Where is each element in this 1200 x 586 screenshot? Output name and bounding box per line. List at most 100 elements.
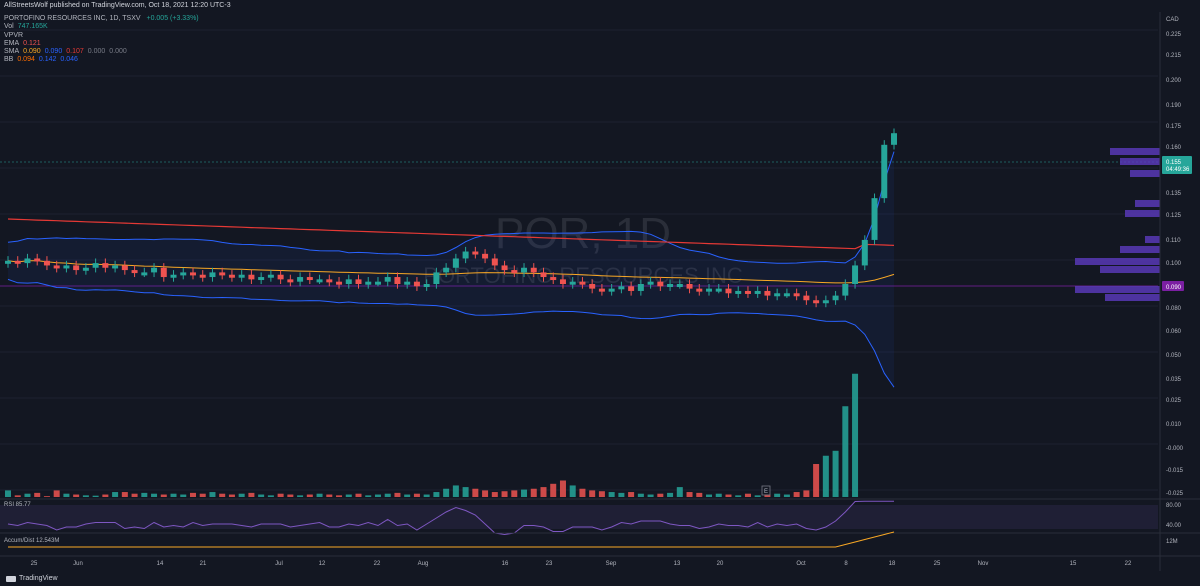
candle — [112, 265, 119, 269]
price-tick: 0.025 — [1166, 398, 1182, 404]
candle — [891, 133, 897, 145]
price-tick: 0.110 — [1166, 238, 1181, 244]
sma-value-2: 0.090 — [44, 48, 63, 56]
bb-value-3: 0.046 — [60, 56, 78, 64]
candle — [559, 279, 566, 284]
vol-value: 747.165K — [17, 23, 48, 31]
candle — [151, 267, 158, 273]
legend-vpvr[interactable]: VPVR — [4, 32, 199, 40]
candle — [715, 288, 722, 292]
volume-bar — [618, 492, 625, 497]
bb-label: BB — [4, 56, 14, 64]
publish-text: AllStreetsWolf published on TradingView.… — [4, 2, 231, 9]
candle — [131, 270, 138, 274]
price-tick: -0.000 — [1166, 446, 1184, 452]
candle — [160, 267, 167, 278]
candle — [189, 272, 196, 276]
rsi-tick: 80.00 — [1166, 503, 1182, 509]
candle — [228, 274, 235, 278]
price-tick: 0.225 — [1166, 32, 1182, 38]
candle — [462, 251, 469, 259]
volume-bar — [297, 495, 304, 497]
volume-bar — [258, 494, 265, 497]
earnings-label: E — [764, 489, 768, 495]
volume-bar — [793, 492, 800, 497]
volume-bar — [131, 493, 138, 497]
volume-bar — [667, 492, 674, 497]
level-value: 0.090 — [1166, 285, 1182, 291]
ad-tick: 12M — [1166, 539, 1178, 545]
volume-bar — [189, 492, 196, 497]
time-tick: 21 — [200, 561, 207, 567]
volume-bar — [73, 494, 80, 497]
volume-bar — [336, 495, 343, 497]
volume-bar — [803, 490, 810, 497]
candle — [82, 267, 89, 271]
candle — [53, 265, 60, 269]
volume-bar — [102, 494, 109, 497]
candle — [521, 267, 528, 273]
accum-dist-pane: Accum/Dist 12.543M 12M — [0, 531, 1200, 548]
legend-title-row[interactable]: PORTOFINO RESOURCES INC, 1D, TSXV +0.005… — [4, 15, 199, 23]
candle — [34, 258, 41, 262]
volume-bar — [491, 492, 498, 497]
sma-value-3: 0.107 — [66, 48, 84, 56]
vpvr-profile — [1075, 148, 1160, 301]
sma-label: SMA — [4, 48, 20, 56]
volume-bar — [277, 493, 284, 497]
candle — [540, 272, 547, 278]
vpvr-bar — [1075, 258, 1160, 265]
time-tick: 23 — [546, 561, 553, 567]
candle — [764, 290, 771, 296]
time-tick: 15 — [1070, 561, 1077, 567]
chart-canvas[interactable]: POR, 1D PORTOFINO RESOURCES INC E RSI 85… — [0, 0, 1200, 586]
volume-bar — [482, 490, 489, 497]
vpvr-bar — [1120, 246, 1160, 253]
candle — [628, 286, 635, 291]
candle — [608, 288, 615, 292]
volume-bar — [141, 492, 148, 497]
time-tick: Nov — [978, 561, 989, 567]
candle — [258, 277, 265, 281]
candle — [102, 263, 109, 268]
volume-bar — [24, 493, 31, 497]
candle — [43, 260, 50, 266]
volume-bar — [180, 494, 187, 497]
legend-sma[interactable]: SMA 0.090 0.090 0.107 0.000 0.000 — [4, 48, 199, 56]
volume-bar — [676, 487, 683, 497]
time-axis: 25 Jun 14 21 Jul 12 22 Aug 16 23 Sep 13 20 Oct 8 18 25 No… — [0, 555, 1200, 567]
tradingview-logo[interactable]: TradingView — [6, 571, 58, 586]
candle — [696, 288, 703, 292]
vpvr-bar — [1105, 294, 1160, 301]
candle — [637, 284, 644, 291]
legend-bb[interactable]: BB 0.094 0.142 0.046 — [4, 56, 199, 64]
legend-ema[interactable]: EMA 0.121 — [4, 40, 199, 48]
candle — [754, 290, 761, 294]
candle — [822, 300, 829, 304]
volume-bar — [34, 492, 41, 497]
candle — [326, 279, 333, 283]
volume-bar — [657, 493, 664, 497]
volume-bar — [248, 492, 255, 497]
candle — [725, 288, 732, 294]
price-tick: -0.015 — [1166, 468, 1184, 474]
candle — [5, 260, 11, 264]
candle — [881, 144, 888, 199]
volume-bar — [637, 493, 644, 497]
volume-bar — [715, 493, 722, 497]
volume-bar — [832, 450, 839, 497]
price-tick: 0.125 — [1166, 213, 1182, 219]
volume-bar — [267, 495, 274, 497]
legend-vol[interactable]: Vol 747.165K — [4, 23, 199, 31]
vpvr-bar — [1130, 170, 1160, 177]
candle — [365, 281, 372, 285]
volume-bar — [686, 492, 693, 497]
price-change: +0.005 (+3.33%) — [146, 15, 199, 22]
candle — [433, 272, 440, 284]
volume-bar — [579, 488, 586, 497]
candle — [170, 274, 177, 278]
volume-bar — [170, 493, 177, 497]
volume-bar — [647, 494, 654, 497]
volume-bar — [43, 496, 50, 497]
candle — [180, 272, 187, 276]
